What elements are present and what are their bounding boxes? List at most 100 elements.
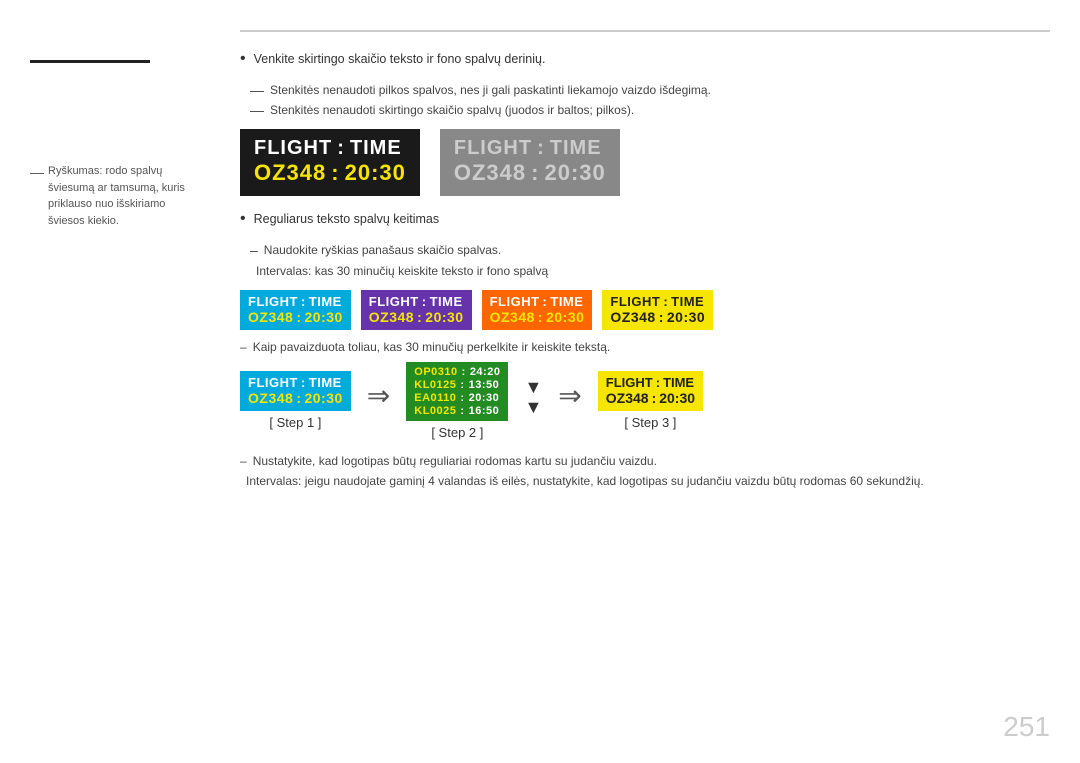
step3-flight: FLIGHT (606, 375, 653, 390)
step1-board: FLIGHT : TIME OZ348 : 20:30 (240, 371, 351, 411)
step1-val: 20:30 (304, 390, 342, 406)
step2-f4: KL0025 (414, 405, 456, 417)
board-black-time-label: TIME (350, 137, 402, 160)
small-board-orange-top: FLIGHT : TIME (490, 294, 585, 309)
dash-regular-1: – Naudokite ryškias panašaus skaičio spa… (250, 241, 1050, 259)
dash-item-2: — Stenkitės nenaudoti skirtingo skaičio … (250, 101, 1050, 119)
step1-num: OZ348 (248, 390, 293, 406)
bullet-dot-1: • (240, 51, 246, 67)
board-black-top-row: FLIGHT : TIME (254, 137, 406, 160)
sb-yellow-time: TIME (671, 294, 704, 309)
board-gray-bottom-row: OZ348 : 20:30 (454, 160, 606, 186)
note-dash-text-2: Intervalas: jeigu naudojate gaminį 4 val… (246, 472, 924, 490)
dash-regular-char-1: – (250, 241, 258, 259)
step2-f1: OP0310 (414, 366, 457, 378)
step3-board: FLIGHT : TIME OZ348 : 20:30 (598, 371, 703, 411)
board-black-flight: FLIGHT (254, 137, 332, 160)
sidebar-note-text: Ryškumas: rodo spalvų šviesumą ar tamsum… (48, 163, 190, 229)
flight-board-gray: FLIGHT : TIME OZ348 : 20:30 (440, 129, 620, 196)
step2-f2: KL0125 (414, 379, 456, 391)
board-black-time-val: 20:30 (345, 160, 406, 186)
step1-block: FLIGHT : TIME OZ348 : 20:30 [ Step 1 ] (240, 371, 351, 430)
sidebar: — Ryškumas: rodo spalvų šviesumą ar tams… (0, 0, 210, 763)
sb-yellow-val: 20:30 (667, 309, 705, 325)
step2-label: [ Step 2 ] (431, 425, 483, 440)
sb-orange-sep2: : (538, 309, 543, 325)
sidebar-note-container: — Ryškumas: rodo spalvų šviesumą ar tams… (30, 163, 190, 229)
bullet-regular: • Reguliarus teksto spalvų keitimas (240, 212, 1050, 227)
small-board-yellow-top: FLIGHT : TIME (610, 294, 705, 309)
dash-item-1: — Stenkitės nenaudoti pilkos spalvos, ne… (250, 81, 1050, 99)
down-arrow-2: ▼ (524, 398, 542, 416)
note-dash-char-1: – (240, 452, 247, 470)
sb-purple-time: TIME (430, 294, 463, 309)
main-content: • Venkite skirtingo skaičio teksto ir fo… (210, 0, 1080, 763)
step2-sep3: : (460, 392, 464, 404)
arrow-2: ⇒ (558, 379, 581, 412)
sb-yellow-num: OZ348 (610, 309, 655, 325)
step2-sep2: : (460, 379, 464, 391)
board-gray-top-row: FLIGHT : TIME (454, 137, 606, 160)
board-gray-flight-num: OZ348 (454, 160, 526, 186)
board-gray-flight: FLIGHT (454, 137, 532, 160)
step2-sep1: : (462, 366, 466, 378)
note-dash-item-1: – Nustatykite, kad logotipas būtų reguli… (240, 452, 1050, 470)
sb-yellow-sep1: : (663, 294, 668, 309)
sb-cyan-time: TIME (309, 294, 342, 309)
step1-sep1: : (301, 375, 306, 390)
small-board-purple-bot: OZ348 : 20:30 (369, 309, 464, 325)
step1-sep2: : (296, 390, 301, 406)
scroll-dash-note: – Kaip pavaizduota toliau, kas 30 minuči… (240, 340, 1050, 354)
dash-text-1: Stenkitės nenaudoti pilkos spalvos, nes … (270, 81, 711, 99)
step1-flight: FLIGHT (248, 375, 298, 390)
steps-row: FLIGHT : TIME OZ348 : 20:30 [ Step 1 ] ⇒ (240, 362, 1050, 440)
small-board-orange-bot: OZ348 : 20:30 (490, 309, 585, 325)
step3-sep1: : (656, 375, 660, 390)
large-boards-row: FLIGHT : TIME OZ348 : 20:30 FLIGHT : TIM… (240, 129, 1050, 196)
dash-list-top: — Stenkitės nenaudoti pilkos spalvos, ne… (250, 81, 1050, 121)
dash-regular-text-1: Naudokite ryškias panašaus skaičio spalv… (264, 241, 501, 259)
step1-board-top: FLIGHT : TIME (248, 375, 343, 390)
page-number: 251 (1003, 711, 1050, 743)
small-board-orange: FLIGHT : TIME OZ348 : 20:30 (482, 290, 593, 330)
sb-yellow-sep2: : (659, 309, 664, 325)
small-board-cyan-bot: OZ348 : 20:30 (248, 309, 343, 325)
step1-board-bot: OZ348 : 20:30 (248, 390, 343, 406)
scroll-dash-char: – (240, 340, 247, 354)
bullet-dot-regular: • (240, 211, 246, 227)
arrow-1: ⇒ (367, 379, 390, 412)
notes-section: – Nustatykite, kad logotipas būtų reguli… (240, 452, 1050, 492)
down-arrows: ▼ ▼ (524, 378, 542, 416)
step2-t3: 20:30 (469, 392, 500, 404)
bullet-list-regular: • Reguliarus teksto spalvų keitimas (240, 212, 1050, 229)
step2-board: OP0310 : 24:20 KL0125 : 13:50 EA0110 : 2… (406, 362, 508, 421)
dash-regular-2: Intervalas: kas 30 minučių keiskite teks… (250, 262, 1050, 280)
note-dash-text-1: Nustatykite, kad logotipas būtų reguliar… (253, 452, 657, 470)
small-board-cyan: FLIGHT : TIME OZ348 : 20:30 (240, 290, 351, 330)
sb-purple-sep2: : (417, 309, 422, 325)
step2-row-3: EA0110 : 20:30 (414, 392, 500, 404)
board-black-top-colon: : (337, 137, 345, 160)
board-gray-time-label: TIME (550, 137, 602, 160)
dash-list-regular: – Naudokite ryškias panašaus skaičio spa… (250, 241, 1050, 281)
step3-sep2: : (652, 390, 657, 406)
small-board-cyan-top: FLIGHT : TIME (248, 294, 343, 309)
sb-cyan-flight: FLIGHT (248, 294, 298, 309)
step2-row-2: KL0125 : 13:50 (414, 379, 500, 391)
sidebar-dash-char: — (30, 163, 44, 183)
sb-orange-flight: FLIGHT (490, 294, 540, 309)
board-gray-top-colon: : (537, 137, 545, 160)
dash-char-2: — (250, 101, 264, 119)
board-black-bottom-row: OZ348 : 20:30 (254, 160, 406, 186)
step2-t1: 24:20 (470, 366, 501, 378)
step3-val: 20:30 (659, 390, 695, 406)
sb-cyan-sep1: : (301, 294, 306, 309)
note-dash-item-2: Intervalas: jeigu naudojate gaminį 4 val… (240, 472, 1050, 490)
flight-board-black: FLIGHT : TIME OZ348 : 20:30 (240, 129, 420, 196)
sb-purple-sep1: : (422, 294, 427, 309)
sb-orange-sep1: : (543, 294, 548, 309)
sb-yellow-flight: FLIGHT (610, 294, 660, 309)
sb-cyan-val: 20:30 (304, 309, 342, 325)
small-board-yellow-bot: OZ348 : 20:30 (610, 309, 705, 325)
bullet-text-1: Venkite skirtingo skaičio teksto ir fono… (254, 52, 546, 66)
